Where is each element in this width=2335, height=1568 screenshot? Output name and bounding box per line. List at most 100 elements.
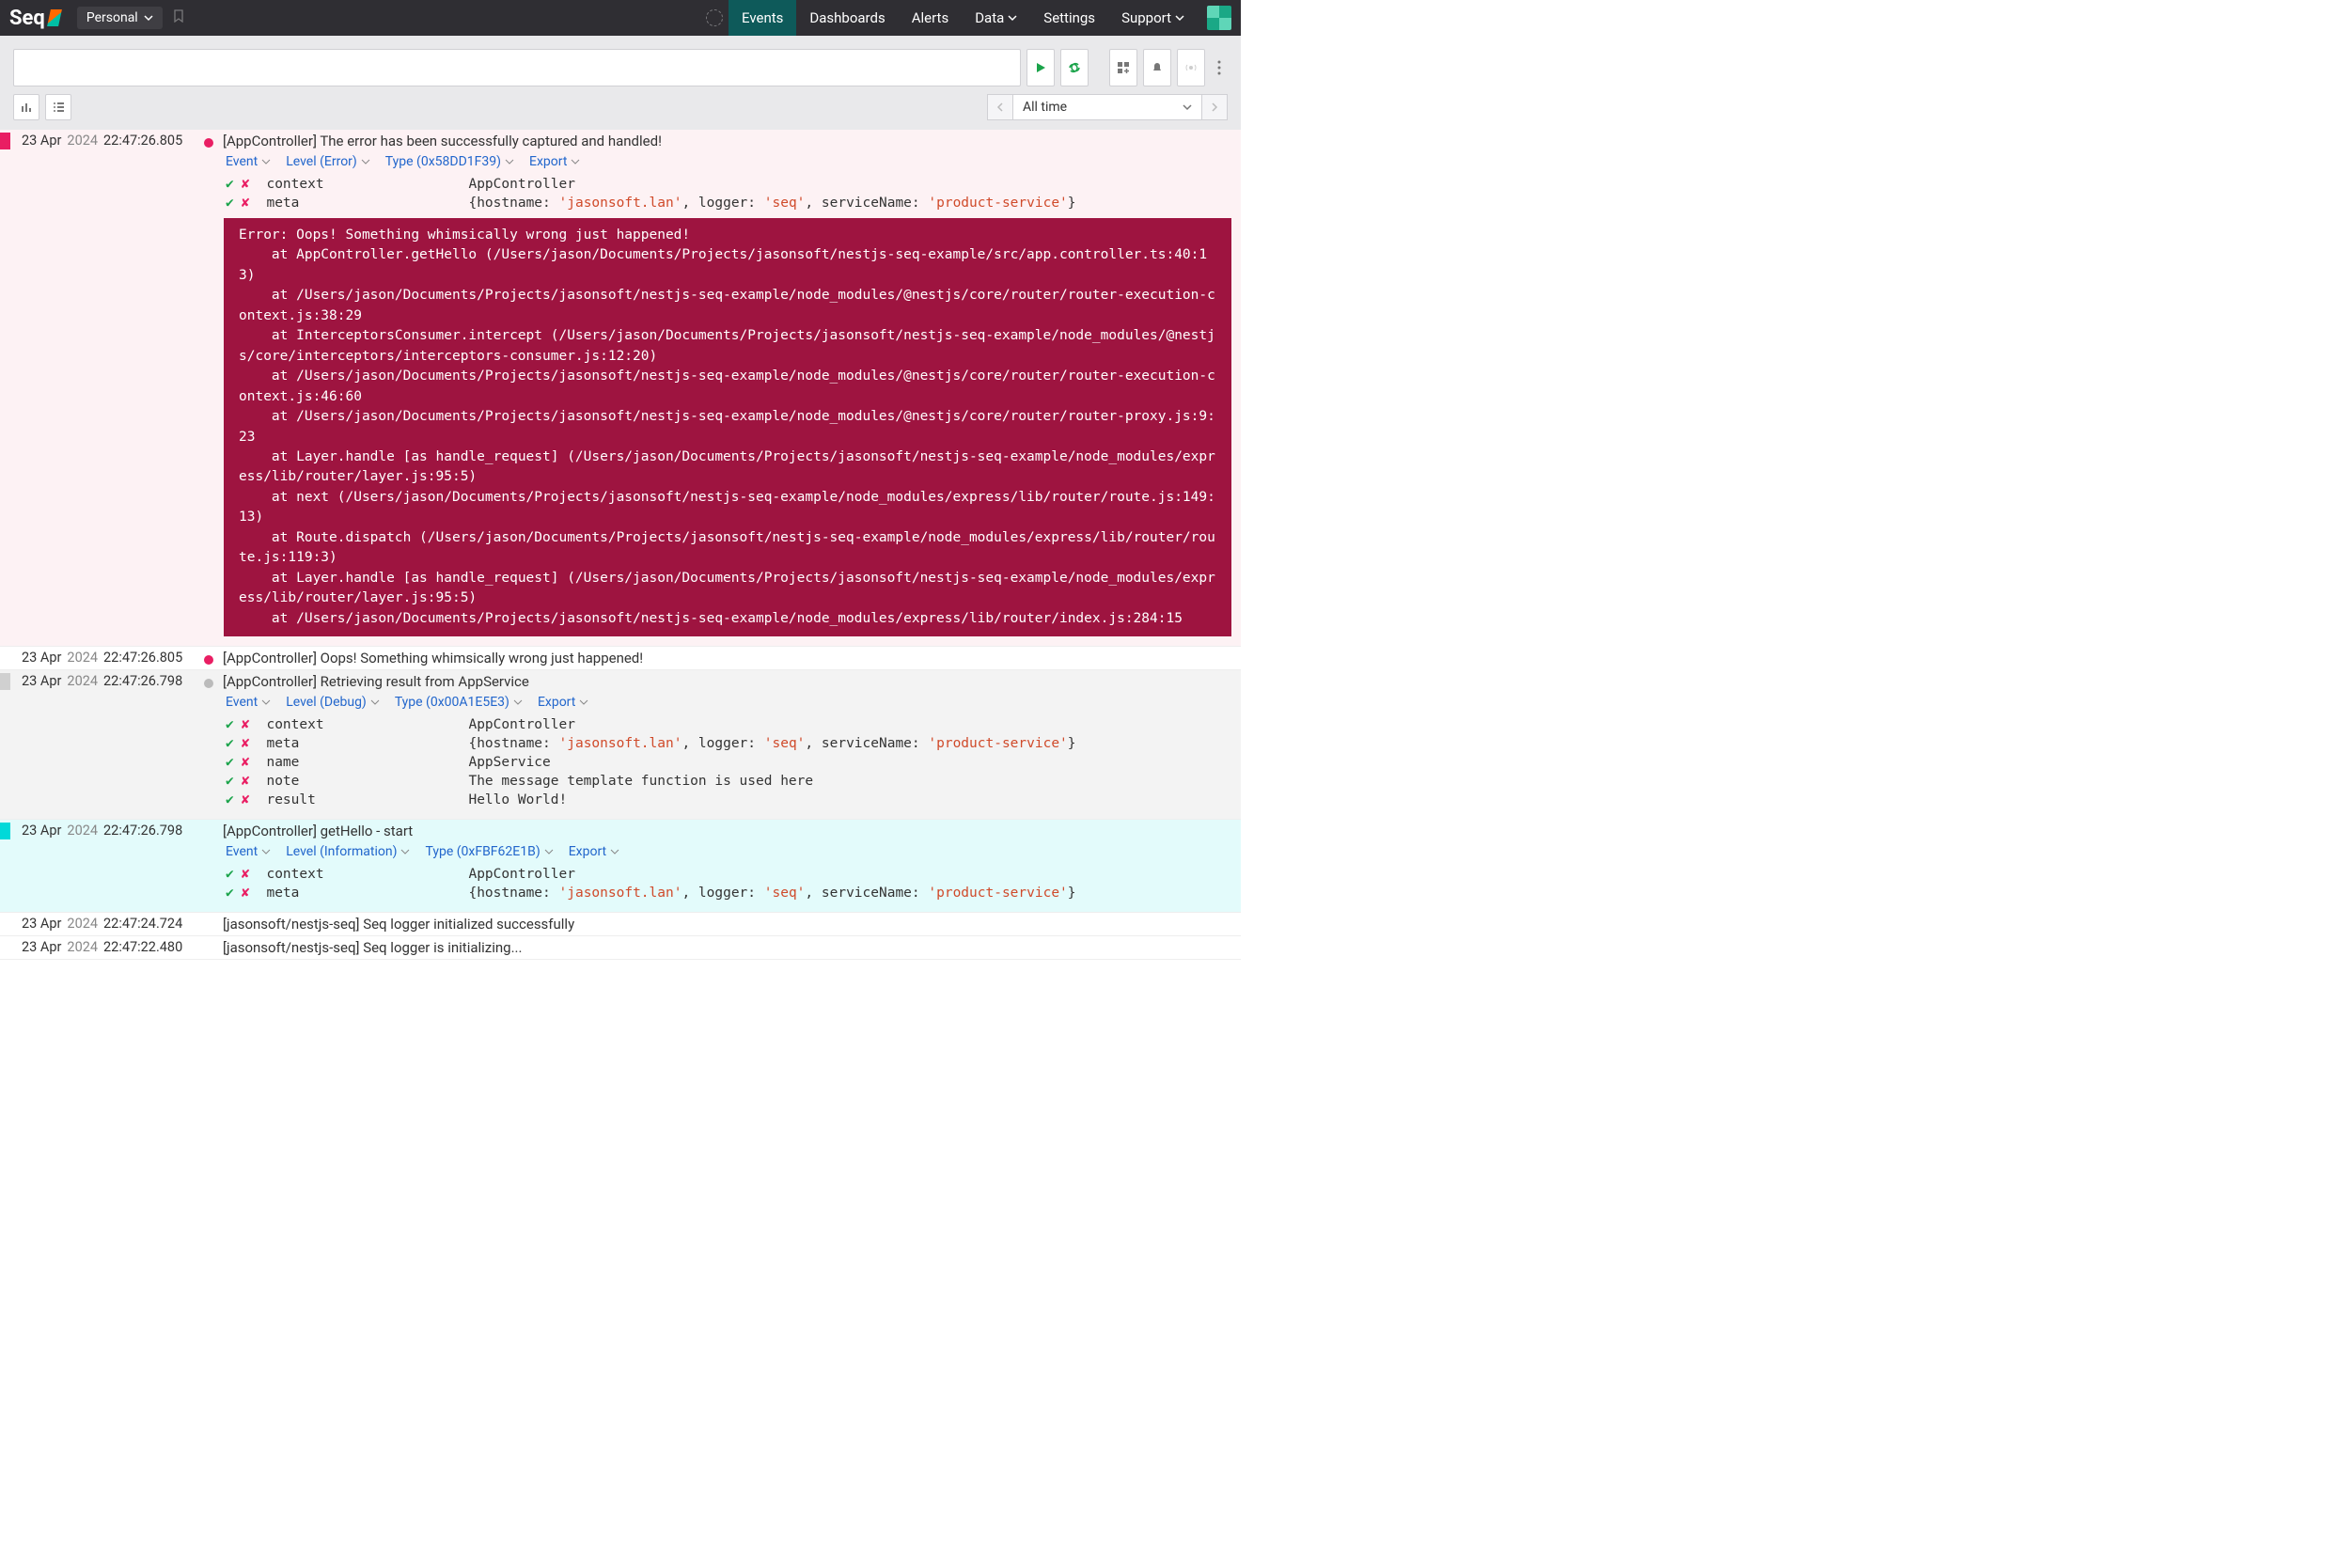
workspace-selector[interactable]: Personal [77, 7, 163, 29]
notifications-button[interactable] [1143, 49, 1171, 86]
chip-export[interactable]: Export [538, 695, 588, 710]
level-stripe [0, 133, 10, 149]
level-dot-icon [204, 655, 213, 665]
exclude-icon[interactable]: ✘ [242, 867, 250, 882]
property-row: ✔✘contextAppController [226, 715, 1231, 734]
exclude-icon[interactable]: ✘ [242, 196, 250, 211]
event-row[interactable]: 23 Apr202422:47:26.805 [AppController] O… [0, 647, 1241, 670]
timestamp: 23 Apr202422:47:24.724 [10, 916, 198, 933]
bookmark-icon[interactable] [172, 9, 185, 26]
include-icon[interactable]: ✔ [226, 736, 234, 751]
chip-level[interactable]: Level (Error) [286, 154, 370, 169]
exclude-icon[interactable]: ✘ [242, 755, 250, 770]
include-icon[interactable]: ✔ [226, 196, 234, 211]
chevron-down-icon [544, 847, 554, 856]
event-message: [AppController] Oops! Something whimsica… [223, 650, 1231, 666]
property-row: ✔✘meta{hostname: 'jasonsoft.lan', logger… [226, 884, 1231, 902]
exclude-icon[interactable]: ✘ [242, 177, 250, 192]
event-message: [jasonsoft/nestjs-seq] Seq logger is ini… [223, 939, 1231, 956]
chip-type[interactable]: Type (0xFBF62E1B) [425, 844, 553, 859]
theme-toggle-icon[interactable] [706, 9, 723, 26]
event-detail: Event Level (Debug) Type (0x00A1E5E3) Ex… [0, 693, 1241, 819]
query-bar [0, 36, 1241, 94]
chip-level[interactable]: Level (Debug) [286, 695, 380, 710]
timestamp: 23 Apr202422:47:26.798 [10, 673, 198, 690]
refresh-button[interactable] [1060, 49, 1089, 86]
event-detail: Event Level (Information) Type (0xFBF62E… [0, 842, 1241, 912]
chevron-down-icon [571, 157, 580, 166]
time-range: All time [987, 94, 1228, 120]
event-detail: Event Level (Error) Type (0x58DD1F39) Ex… [0, 152, 1241, 646]
chip-event[interactable]: Event [226, 695, 271, 710]
include-icon[interactable]: ✔ [226, 774, 234, 789]
include-icon[interactable]: ✔ [226, 792, 234, 808]
chevron-down-icon [144, 13, 153, 23]
stream-button[interactable] [1177, 49, 1205, 86]
event-message: [jasonsoft/nestjs-seq] Seq logger initia… [223, 916, 1231, 933]
exclude-icon[interactable]: ✘ [242, 886, 250, 901]
list-button[interactable] [45, 94, 71, 120]
nav-support[interactable]: Support [1108, 0, 1198, 36]
logo-icon [47, 9, 62, 26]
add-signal-button[interactable] [1109, 49, 1137, 86]
view-toolbar: All time [0, 94, 1241, 130]
chip-level[interactable]: Level (Information) [286, 844, 410, 859]
event-row[interactable]: 23 Apr202422:47:24.724 [jasonsoft/nestjs… [0, 913, 1241, 936]
topbar: Seq Personal Events Dashboards Alerts Da… [0, 0, 1241, 36]
timestamp: 23 Apr202422:47:22.480 [10, 939, 198, 956]
chip-event[interactable]: Event [226, 844, 271, 859]
property-row: ✔✘contextAppController [226, 175, 1231, 194]
exclude-icon[interactable]: ✘ [242, 774, 250, 789]
event-row[interactable]: 23 Apr202422:47:26.798 [AppController] g… [0, 820, 1241, 913]
chevron-down-icon [400, 847, 410, 856]
range-prev-button[interactable] [987, 94, 1013, 120]
event-row[interactable]: 23 Apr202422:47:26.798 [AppController] R… [0, 670, 1241, 820]
include-icon[interactable]: ✔ [226, 867, 234, 882]
chip-event[interactable]: Event [226, 154, 271, 169]
chip-export[interactable]: Export [529, 154, 580, 169]
chip-export[interactable]: Export [569, 844, 619, 859]
nav-events[interactable]: Events [729, 0, 796, 36]
nav-settings[interactable]: Settings [1030, 0, 1108, 36]
level-dot-icon [204, 138, 213, 148]
more-button[interactable] [1211, 49, 1228, 86]
nav-dashboards[interactable]: Dashboards [796, 0, 898, 36]
chip-type[interactable]: Type (0x58DD1F39) [385, 154, 514, 169]
logo-text: Seq [9, 7, 45, 30]
workspace-label: Personal [86, 10, 138, 25]
event-list: 23 Apr202422:47:26.805 [AppController] T… [0, 130, 1241, 960]
event-row[interactable]: 23 Apr202422:47:26.805 [AppController] T… [0, 130, 1241, 647]
range-next-button[interactable] [1201, 94, 1228, 120]
chevron-down-icon [261, 157, 271, 166]
include-icon[interactable]: ✔ [226, 717, 234, 732]
chevron-down-icon [261, 847, 271, 856]
event-row[interactable]: 23 Apr202422:47:22.480 [jasonsoft/nestjs… [0, 936, 1241, 960]
main-nav: Events Dashboards Alerts Data Settings S… [706, 0, 1231, 36]
nav-alerts[interactable]: Alerts [899, 0, 963, 36]
property-row: ✔✘resultHello World! [226, 791, 1231, 809]
run-button[interactable] [1026, 49, 1055, 86]
chip-type[interactable]: Type (0x00A1E5E3) [395, 695, 523, 710]
timestamp: 23 Apr202422:47:26.805 [10, 650, 198, 666]
histogram-button[interactable] [13, 94, 39, 120]
range-label: All time [1023, 100, 1067, 115]
include-icon[interactable]: ✔ [226, 755, 234, 770]
chevron-down-icon [513, 698, 523, 707]
chevron-down-icon [1175, 13, 1184, 23]
chevron-down-icon [261, 698, 271, 707]
range-select[interactable]: All time [1013, 94, 1201, 120]
exclude-icon[interactable]: ✘ [242, 792, 250, 808]
include-icon[interactable]: ✔ [226, 177, 234, 192]
event-message: [AppController] Retrieving result from A… [223, 673, 1231, 690]
stack-trace: Error: Oops! Something whimsically wrong… [224, 218, 1231, 636]
exclude-icon[interactable]: ✘ [242, 736, 250, 751]
level-stripe [0, 650, 10, 666]
query-input[interactable] [13, 49, 1021, 86]
include-icon[interactable]: ✔ [226, 886, 234, 901]
nav-data[interactable]: Data [962, 0, 1030, 36]
chevron-down-icon [1008, 13, 1017, 23]
logo[interactable]: Seq [9, 7, 60, 30]
exclude-icon[interactable]: ✘ [242, 717, 250, 732]
avatar[interactable] [1207, 6, 1231, 30]
property-row: ✔✘contextAppController [226, 865, 1231, 884]
